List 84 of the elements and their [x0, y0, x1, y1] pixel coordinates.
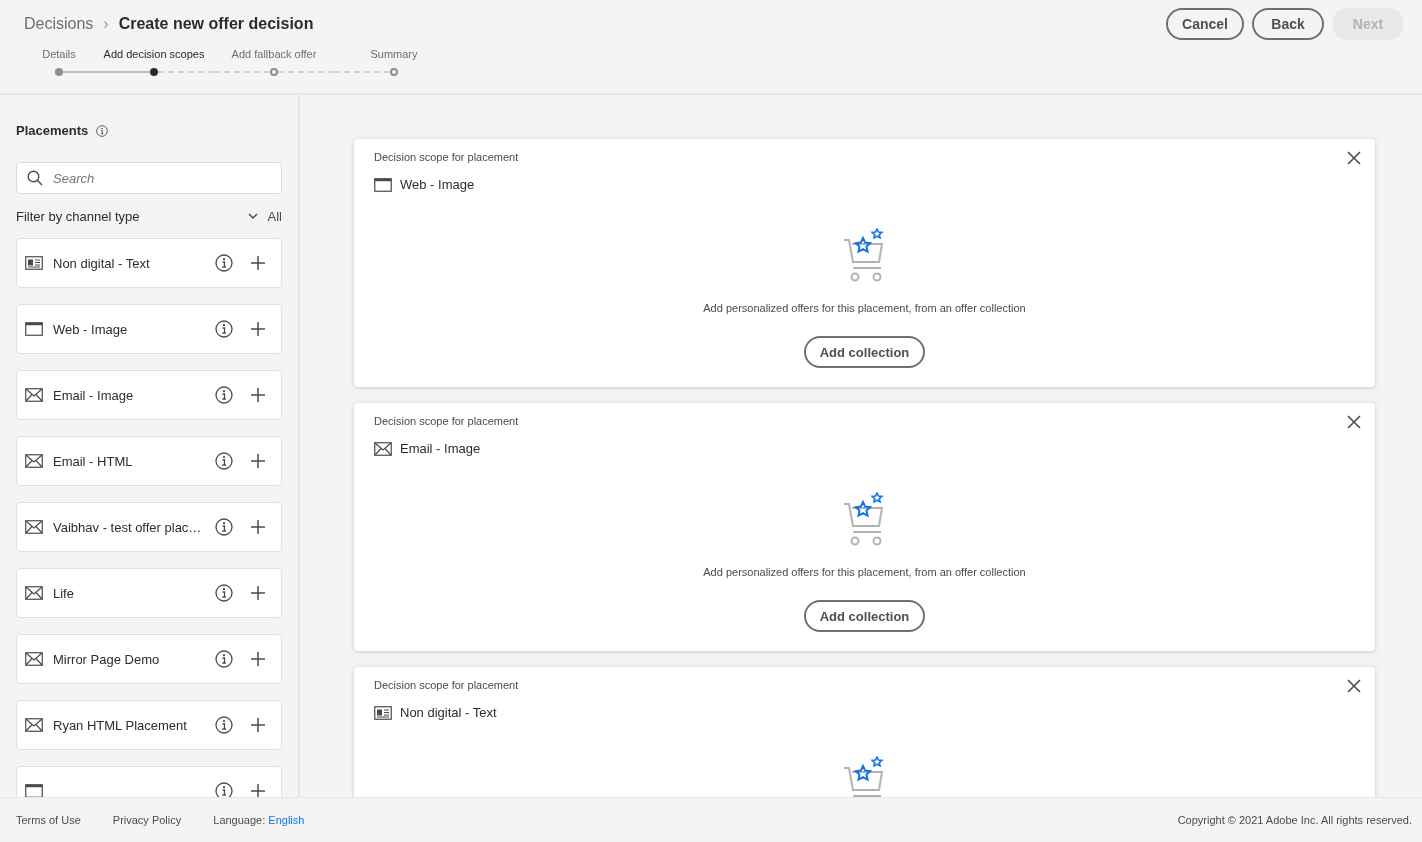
envelope-icon: [25, 388, 43, 402]
window-icon: [25, 322, 43, 336]
plus-icon[interactable]: [251, 388, 265, 402]
step-label: Add decision scopes: [103, 48, 205, 62]
info-icon[interactable]: [215, 650, 233, 668]
placement-card[interactable]: Life: [16, 568, 282, 618]
placement-name: Mirror Page Demo: [53, 651, 161, 667]
scope-caption: Decision scope for placement: [374, 679, 520, 691]
placements-heading: Placements: [16, 123, 89, 138]
language-selector: Language: English: [213, 814, 305, 826]
envelope-icon: [25, 652, 43, 666]
placement-card[interactable]: Mirror Page Demo: [16, 634, 282, 684]
step-dot[interactable]: [270, 68, 278, 76]
cancel-button[interactable]: Cancel: [1166, 8, 1244, 40]
close-icon[interactable]: [1347, 415, 1361, 429]
step-label: Details: [42, 48, 76, 62]
add-collection-button[interactable]: Add collection: [803, 600, 926, 632]
channel-filter-dropdown[interactable]: All: [247, 208, 282, 224]
step-label: Summary: [370, 48, 418, 62]
plus-icon[interactable]: [251, 586, 265, 600]
plus-icon[interactable]: [251, 718, 265, 732]
envelope-icon: [25, 520, 43, 534]
back-button[interactable]: Back: [1252, 8, 1324, 40]
envelope-icon: [25, 454, 43, 468]
window-icon: [25, 784, 43, 797]
envelope-icon: [374, 441, 392, 456]
empty-state-message: Add personalized offers for this placement, from an offer collection: [703, 566, 1026, 578]
language-link[interactable]: English: [268, 814, 305, 826]
info-icon[interactable]: [215, 518, 233, 536]
newspaper-icon: [25, 256, 43, 270]
info-icon[interactable]: [215, 254, 233, 272]
scope-placement-name: Email - Image: [400, 441, 481, 456]
breadcrumb-link[interactable]: Decisions: [24, 15, 94, 33]
info-icon[interactable]: [215, 782, 233, 797]
plus-icon[interactable]: [251, 322, 265, 336]
placement-card[interactable]: Email - HTML: [16, 436, 282, 486]
info-icon[interactable]: [215, 386, 233, 404]
chevron-down-icon: [247, 213, 258, 219]
envelope-icon: [25, 718, 43, 732]
scope-caption: Decision scope for placement: [374, 151, 520, 163]
info-icon[interactable]: [215, 716, 233, 734]
step-dot[interactable]: [55, 68, 63, 76]
placement-name: Email - Image: [53, 387, 135, 403]
placement-name: Vaibhav - test offer plac…: [53, 519, 203, 535]
step-dot[interactable]: [390, 68, 398, 76]
footer-link[interactable]: Terms of Use: [16, 814, 81, 826]
empty-state-message: Add personalized offers for this placement, from an offer collection: [703, 302, 1026, 314]
newspaper-icon: [374, 705, 392, 720]
plus-icon[interactable]: [251, 784, 265, 797]
scope-placement-name: Web - Image: [400, 177, 475, 192]
placement-card[interactable]: Vaibhav - test offer plac…: [16, 502, 282, 552]
scope-placement-name: Non digital - Text: [400, 705, 497, 720]
placement-card[interactable]: Email - Image: [16, 370, 282, 420]
window-icon: [374, 177, 392, 192]
plus-icon[interactable]: [251, 652, 265, 666]
placement-name: Non digital - Text: [53, 255, 151, 271]
page-title: Create new offer decision: [118, 15, 314, 33]
copyright-text: Copyright © 2021 Adobe Inc. All rights reserved.: [1177, 814, 1412, 826]
close-icon[interactable]: [1347, 679, 1361, 693]
search-icon: [27, 170, 43, 186]
info-icon[interactable]: [215, 584, 233, 602]
footer-link[interactable]: Privacy Policy: [112, 814, 182, 826]
breadcrumb-separator: ›: [103, 15, 109, 33]
placement-card[interactable]: Non digital - Text: [16, 238, 282, 288]
plus-icon[interactable]: [251, 256, 265, 270]
close-icon[interactable]: [1347, 151, 1361, 165]
info-icon[interactable]: [215, 320, 233, 338]
placement-card[interactable]: Ryan HTML Placement: [16, 700, 282, 750]
info-icon[interactable]: [96, 124, 109, 137]
step-label: Add fallback offer: [231, 48, 317, 62]
scope-caption: Decision scope for placement: [374, 415, 520, 427]
envelope-icon: [25, 586, 43, 600]
add-collection-button[interactable]: Add collection: [803, 336, 926, 368]
info-icon[interactable]: [215, 452, 233, 470]
placement-name: Web - Image: [53, 321, 129, 337]
placement-name: Email - HTML: [53, 453, 134, 469]
placement-name: Ryan HTML Placement: [53, 717, 188, 733]
placement-card[interactable]: Web - Image: [16, 304, 282, 354]
plus-icon[interactable]: [251, 454, 265, 468]
filter-label: Filter by channel type: [16, 208, 140, 224]
search-field[interactable]: Search: [16, 162, 282, 194]
step-dot[interactable]: [150, 68, 158, 76]
plus-icon[interactable]: [251, 520, 265, 534]
placement-name: Life: [53, 585, 75, 601]
